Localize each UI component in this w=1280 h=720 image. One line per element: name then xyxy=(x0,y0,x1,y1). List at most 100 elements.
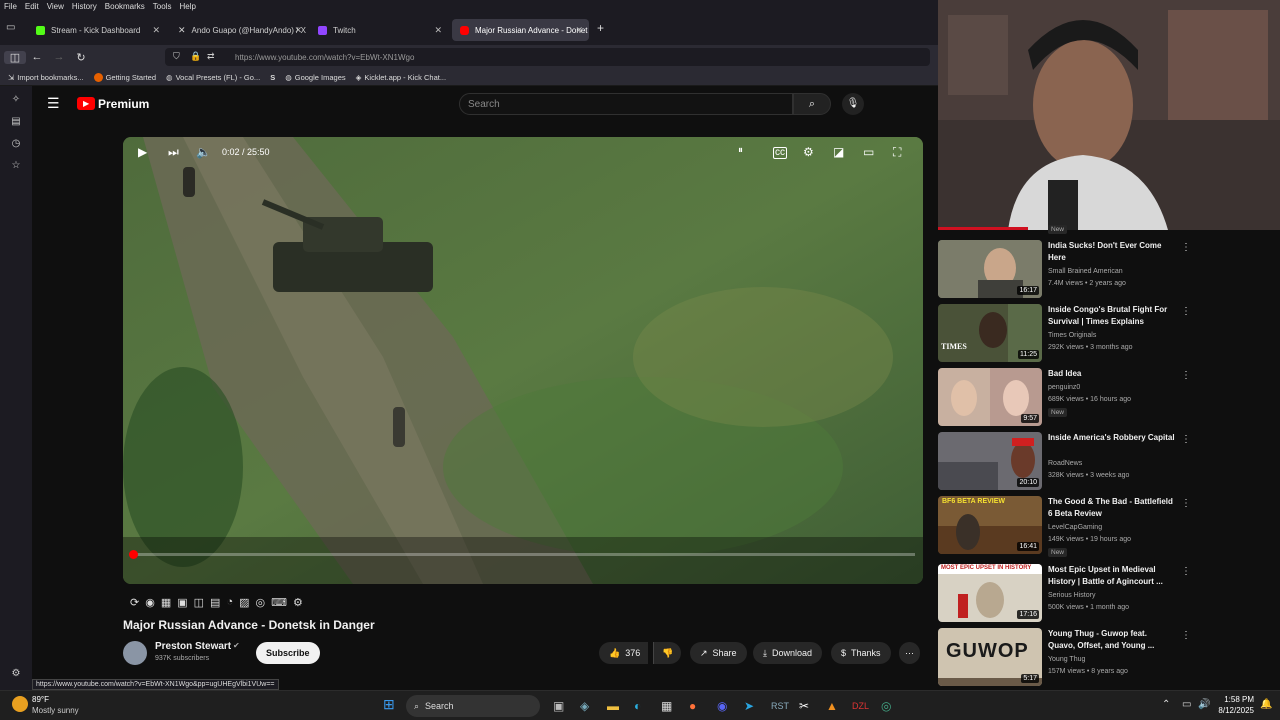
search-button[interactable]: ⌕ xyxy=(793,93,831,115)
speed-icon[interactable]: ◔ xyxy=(226,596,233,608)
firefox-icon[interactable]: ● xyxy=(689,699,696,713)
related-channel[interactable]: RoadNews xyxy=(1048,460,1082,467)
theater-mode-icon[interactable]: ▭ xyxy=(863,145,874,159)
chrome-icon[interactable]: ◎ xyxy=(881,699,891,713)
frame-icon[interactable]: ◫ xyxy=(194,596,204,609)
close-icon[interactable]: ✕ xyxy=(575,25,583,36)
more-options-icon[interactable]: ⋮ xyxy=(1181,306,1191,317)
loop-icon[interactable]: ⟳ xyxy=(130,596,139,609)
tab-x[interactable]: ✕ Ando Guapo (@HandyAndo) / X ✕ xyxy=(170,19,308,41)
menu-edit[interactable]: Edit xyxy=(25,2,39,11)
video-thumbnail[interactable]: TIMES 11:25 xyxy=(938,304,1042,362)
hamburger-menu-icon[interactable]: ☰ xyxy=(47,95,60,112)
keyboard-icon[interactable]: ⌨ xyxy=(271,596,287,609)
screenshot-icon[interactable]: ◎ xyxy=(256,596,266,609)
close-icon[interactable]: ✕ xyxy=(152,25,160,36)
next-icon[interactable]: ⏭ xyxy=(168,145,179,160)
menu-tools[interactable]: Tools xyxy=(153,2,172,11)
bookmark-google-images[interactable]: ◍ Google Images xyxy=(285,73,345,82)
volume-icon[interactable]: 🔈 xyxy=(196,145,211,159)
tab-twitch[interactable]: Twitch ✕ xyxy=(310,19,448,41)
related-video-item[interactable]: MOST EPIC UPSET IN HISTORY 17:16 Most Ep… xyxy=(938,564,1238,624)
related-title[interactable]: Bad Idea xyxy=(1048,368,1176,380)
network-icon[interactable]: ▭ xyxy=(1182,699,1191,710)
youtube-logo-icon[interactable]: ▶ xyxy=(77,97,95,110)
more-options-icon[interactable]: ⋮ xyxy=(1181,370,1191,381)
tab-youtube[interactable]: Major Russian Advance - Donet ✕ xyxy=(452,19,589,41)
speaker-icon[interactable]: 🔊 xyxy=(1198,699,1210,710)
more-options-icon[interactable]: ⋮ xyxy=(1181,498,1191,509)
notification-bell-icon[interactable]: 🔔 xyxy=(1260,699,1272,710)
app-icon[interactable]: DZL xyxy=(852,701,869,711)
file-explorer-icon[interactable]: ▬ xyxy=(607,699,619,713)
audio-icon[interactable]: ◉ xyxy=(145,596,155,609)
transcript-icon[interactable]: ▤ xyxy=(210,596,220,609)
voice-search-button[interactable]: 🎙 xyxy=(842,93,864,115)
close-icon[interactable]: ✕ xyxy=(434,25,442,36)
related-channel[interactable]: Small Brained American xyxy=(1048,268,1123,275)
fullscreen-icon[interactable]: ⛶ xyxy=(893,145,901,160)
image-icon[interactable]: ▨ xyxy=(239,596,249,609)
captions-icon[interactable]: cc xyxy=(773,147,787,159)
history-icon[interactable]: ◷ xyxy=(9,138,23,152)
extension-settings-icon[interactable]: ⚙ xyxy=(293,596,303,609)
subscribe-button[interactable]: Subscribe xyxy=(256,642,320,664)
related-channel[interactable]: Times Originals xyxy=(1048,332,1096,339)
related-channel[interactable]: LevelCapGaming xyxy=(1048,524,1102,531)
video-thumbnail[interactable]: BF6 BETA REVIEW 16:41 xyxy=(938,496,1042,554)
more-options-icon[interactable]: ⋮ xyxy=(1181,434,1191,445)
video-player[interactable]: ▶ ⏭ 🔈 0:02 / 25:50 ⏸ cc ⚙ ◪ ▭ ⛶ xyxy=(123,137,923,584)
share-button[interactable]: ↗ Share xyxy=(690,642,747,664)
search-input[interactable]: Search xyxy=(459,93,793,115)
bookmarks-icon[interactable]: ☆ xyxy=(9,160,23,174)
related-video-item[interactable]: 9:57 Bad Idea penguinz0 689K views • 16 … xyxy=(938,368,1238,428)
lock-icon[interactable]: 🔒 xyxy=(190,51,201,62)
capcut-icon[interactable]: ✂ xyxy=(799,699,809,713)
url-bar[interactable]: ⛉ 🔒 ⇄ https://www.youtube.com/watch?v=Eb… xyxy=(165,48,930,66)
playlist-icon[interactable]: ▦ xyxy=(161,596,171,609)
tab-list-icon[interactable]: ▭ xyxy=(6,22,15,33)
synced-tabs-icon[interactable]: ▤ xyxy=(9,116,23,130)
bookmark-getting-started[interactable]: Getting Started xyxy=(93,72,156,82)
video-thumbnail[interactable]: 9:57 xyxy=(938,368,1042,426)
sidebar-toggle-icon[interactable]: ◫ xyxy=(4,50,26,64)
windows-start-icon[interactable]: ⊞ xyxy=(383,696,395,713)
download-button[interactable]: ⤓ Download xyxy=(753,642,823,664)
discord-icon[interactable]: ◉ xyxy=(717,699,727,713)
thanks-button[interactable]: $ Thanks xyxy=(831,642,891,664)
menu-help[interactable]: Help xyxy=(179,2,195,11)
related-video-item[interactable]: GUWOP 5:17 Young Thug - Guwop feat. Quav… xyxy=(938,628,1238,688)
youtube-brand[interactable]: Premium xyxy=(98,97,149,111)
tab-kick[interactable]: Stream - Kick Dashboard ✕ xyxy=(28,19,166,41)
close-icon[interactable]: ✕ xyxy=(294,25,302,36)
related-title[interactable]: Inside Congo's Brutal Fight For Survival… xyxy=(1048,304,1176,328)
forward-button[interactable]: → xyxy=(48,51,70,63)
more-options-icon[interactable]: ⋮ xyxy=(1181,566,1191,577)
progress-bar[interactable] xyxy=(128,550,915,559)
related-title[interactable]: Most Epic Upset in Medieval History | Ba… xyxy=(1048,564,1176,588)
more-actions-button[interactable]: ⋯ xyxy=(899,642,920,664)
bookmark-import[interactable]: ⇲ Import bookmarks... xyxy=(8,73,84,82)
stream-app-icon[interactable]: RST xyxy=(771,701,789,711)
video-thumbnail[interactable]: GUWOP 5:17 xyxy=(938,628,1042,686)
related-title[interactable]: Inside America's Robbery Capital xyxy=(1048,432,1176,444)
video-thumbnail[interactable]: MOST EPIC UPSET IN HISTORY 17:16 xyxy=(938,564,1042,622)
bookmark-s[interactable]: S xyxy=(270,73,275,82)
more-options-icon[interactable]: ⋮ xyxy=(1181,630,1191,641)
telegram-icon[interactable]: ➤ xyxy=(744,699,754,713)
taskbar-search[interactable]: ⌕ Search xyxy=(406,695,540,717)
dislike-button[interactable]: 👎 xyxy=(653,642,682,664)
task-view-icon[interactable]: ▣ xyxy=(553,699,564,713)
menu-bookmarks[interactable]: Bookmarks xyxy=(105,2,145,11)
fl-studio-icon[interactable]: ▲ xyxy=(826,699,838,713)
related-video-item[interactable]: TIMES 11:25 Inside Congo's Brutal Fight … xyxy=(938,304,1238,364)
weather-temp[interactable]: 89°F xyxy=(32,695,49,704)
related-title[interactable]: India Sucks! Don't Ever Come Here xyxy=(1048,240,1176,264)
settings-gear-icon[interactable]: ⚙ xyxy=(803,145,814,159)
related-video-item[interactable]: 20:10 Inside America's Robbery Capital R… xyxy=(938,432,1238,492)
chevron-up-icon[interactable]: ⌃ xyxy=(1162,699,1170,710)
clock-time[interactable]: 1:58 PM xyxy=(1218,695,1254,704)
menu-history[interactable]: History xyxy=(72,2,97,11)
channel-avatar[interactable] xyxy=(123,641,147,665)
autoplay-toggle-icon[interactable]: ⏸ xyxy=(738,145,743,156)
